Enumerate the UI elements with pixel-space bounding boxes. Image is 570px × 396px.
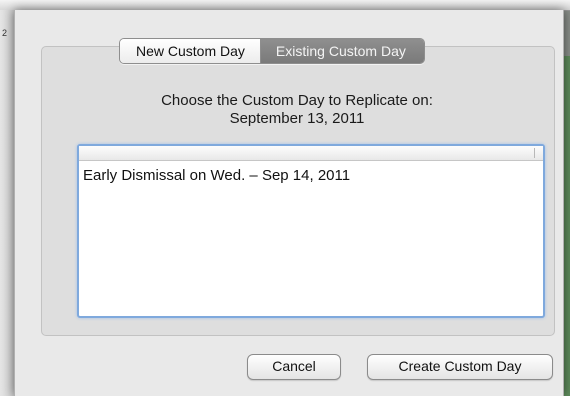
custom-day-sheet: New Custom Day Existing Custom Day Choos… — [14, 10, 564, 396]
list-item[interactable]: Early Dismissal on Wed. – Sep 14, 2011 — [79, 161, 543, 184]
tab-segmented-control: New Custom Day Existing Custom Day — [119, 38, 425, 64]
list-column-header[interactable] — [79, 146, 543, 161]
tab-new-custom-day[interactable]: New Custom Day — [120, 39, 261, 63]
cancel-button[interactable]: Cancel — [247, 354, 341, 380]
replicate-prompt: Choose the Custom Day to Replicate on: S… — [41, 92, 553, 128]
tab-existing-custom-day[interactable]: Existing Custom Day — [260, 39, 424, 63]
create-custom-day-button[interactable]: Create Custom Day — [367, 354, 553, 380]
row-number: 2 — [2, 28, 8, 38]
app-row-gutter: 2 — [0, 10, 15, 396]
prompt-line-1: Choose the Custom Day to Replicate on: — [161, 92, 433, 109]
custom-day-list[interactable]: Early Dismissal on Wed. – Sep 14, 2011 — [77, 144, 545, 318]
prompt-date: September 13, 2011 — [229, 110, 365, 127]
column-divider — [534, 148, 535, 158]
